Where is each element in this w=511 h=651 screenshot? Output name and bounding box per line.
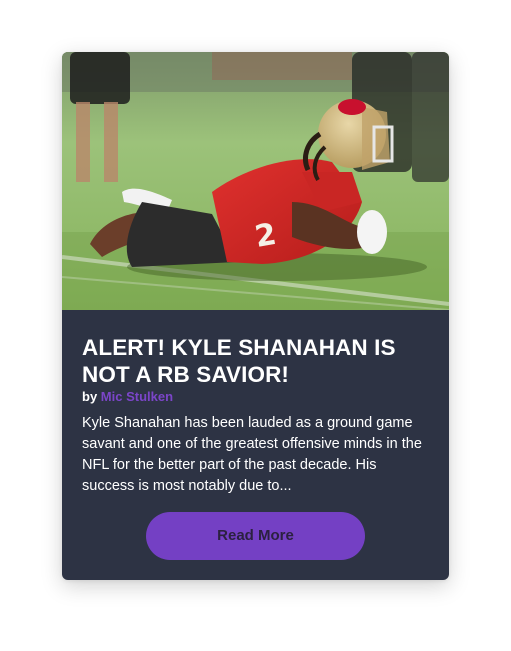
football-player-photo: 2 — [62, 52, 449, 310]
article-content: ALERT! KYLE SHANAHAN IS NOT A RB SAVIOR!… — [82, 334, 429, 497]
byline-prefix: by — [82, 389, 98, 404]
article-excerpt: Kyle Shanahan has been lauded as a groun… — [82, 415, 422, 494]
article-image[interactable]: 2 — [62, 52, 449, 310]
article-card: 2 ALERT! KYLE SHANAHAN IS NOT A RB SAVIO… — [62, 52, 449, 580]
article-title[interactable]: ALERT! KYLE SHANAHAN IS NOT A RB SAVIOR! — [82, 334, 429, 388]
author-link[interactable]: Mic Stulken — [101, 389, 173, 404]
byline: by Mic Stulken — [82, 389, 429, 404]
read-more-button[interactable]: Read More — [146, 512, 365, 560]
